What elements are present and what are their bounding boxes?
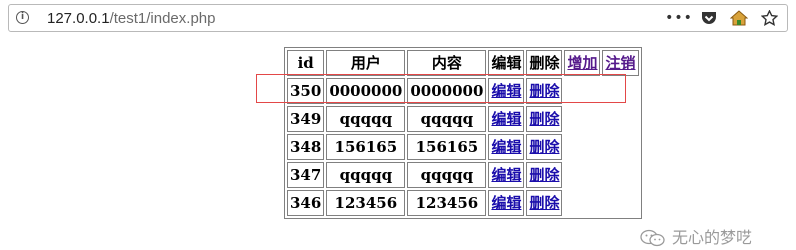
header-edit: 编辑 (488, 50, 525, 76)
cell-edit: 编辑 (488, 134, 525, 160)
pocket-icon[interactable] (699, 8, 719, 28)
watermark-text: 无心的梦呓 (672, 228, 753, 247)
cell-delete: 删除 (526, 106, 563, 132)
table-row: 348 156165 156165 编辑 删除 (287, 134, 639, 160)
more-dots-icon[interactable]: ••• (665, 8, 692, 28)
info-icon[interactable]: i (16, 11, 29, 24)
header-row: id 用户 内容 编辑 删除 增加 注销 (287, 50, 639, 76)
cell-user: qqqqq (326, 162, 406, 188)
cell-delete: 删除 (526, 190, 563, 216)
add-link[interactable]: 增加 (567, 54, 597, 72)
cell-content: 123456 (407, 190, 487, 216)
logout-cell: 注销 (602, 50, 639, 76)
cell-user: 156165 (326, 134, 406, 160)
cell-user: 123456 (326, 190, 406, 216)
data-table: id 用户 内容 编辑 删除 增加 注销 350 0000000 0000000… (284, 47, 642, 219)
cell-edit: 编辑 (488, 78, 525, 104)
edit-link[interactable]: 编辑 (491, 166, 521, 184)
cell-user: 0000000 (326, 78, 406, 104)
watermark: 无心的梦呓 (640, 229, 752, 247)
header-id: id (287, 50, 325, 76)
cell-id: 348 (287, 134, 325, 160)
url-path: /test1/index.php (109, 10, 216, 27)
cell-id: 346 (287, 190, 325, 216)
edit-link[interactable]: 编辑 (491, 138, 521, 156)
address-bar[interactable]: i 127.0.0.1/test1/index.php ••• (8, 4, 788, 32)
url-host: 127.0.0.1 (47, 10, 110, 27)
cell-edit: 编辑 (488, 190, 525, 216)
cell-content: qqqqq (407, 162, 487, 188)
table-row: 347 qqqqq qqqqq 编辑 删除 (287, 162, 639, 188)
delete-link[interactable]: 删除 (529, 82, 559, 100)
cell-user: qqqqq (326, 106, 406, 132)
header-user: 用户 (326, 50, 406, 76)
cell-delete: 删除 (526, 162, 563, 188)
cell-id: 347 (287, 162, 325, 188)
cell-id: 350 (287, 78, 325, 104)
cell-delete: 删除 (526, 134, 563, 160)
delete-link[interactable]: 删除 (529, 194, 559, 212)
cell-content: qqqqq (407, 106, 487, 132)
star-icon[interactable] (759, 8, 779, 28)
cell-id: 349 (287, 106, 325, 132)
table-row: 346 123456 123456 编辑 删除 (287, 190, 639, 216)
delete-link[interactable]: 删除 (529, 166, 559, 184)
cell-delete: 删除 (526, 78, 563, 104)
cell-edit: 编辑 (488, 162, 525, 188)
cell-edit: 编辑 (488, 106, 525, 132)
edit-link[interactable]: 编辑 (491, 82, 521, 100)
edit-link[interactable]: 编辑 (491, 110, 521, 128)
home-icon[interactable] (729, 8, 749, 28)
cell-content: 156165 (407, 134, 487, 160)
add-cell: 增加 (564, 50, 601, 76)
table-row: 350 0000000 0000000 编辑 删除 (287, 78, 639, 104)
table-row: 349 qqqqq qqqqq 编辑 删除 (287, 106, 639, 132)
header-content: 内容 (407, 50, 487, 76)
edit-link[interactable]: 编辑 (491, 194, 521, 212)
cell-content: 0000000 (407, 78, 487, 104)
delete-link[interactable]: 删除 (529, 110, 559, 128)
header-delete: 删除 (526, 50, 563, 76)
url-text[interactable]: 127.0.0.1/test1/index.php (47, 10, 215, 27)
wechat-logo-icon (640, 229, 665, 247)
delete-link[interactable]: 删除 (529, 138, 559, 156)
logout-link[interactable]: 注销 (605, 54, 635, 72)
